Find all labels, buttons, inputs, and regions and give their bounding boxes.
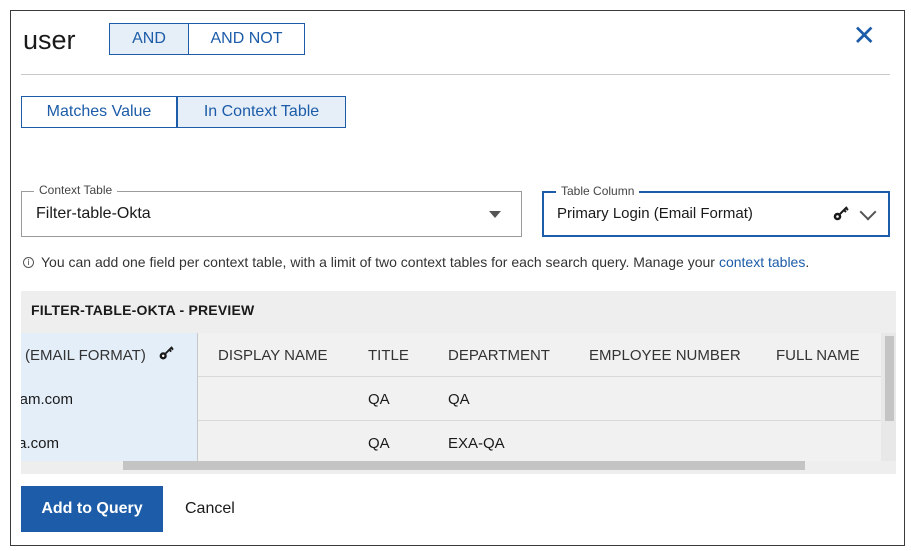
context-table-value: Filter-table-Okta	[36, 205, 151, 222]
vertical-scroll-thumb[interactable]	[885, 336, 894, 421]
and-not-button[interactable]: AND NOT	[189, 23, 305, 55]
table-column-select[interactable]: Table Column Primary Login (Email Format…	[542, 184, 890, 237]
key-icon	[158, 345, 175, 366]
header-cell[interactable]: EMPLOYEE NUMBER	[589, 333, 741, 377]
info-suffix: .	[805, 254, 810, 270]
table-cell: QA	[448, 390, 470, 408]
table-row: am.com QA QA	[21, 377, 881, 421]
add-to-query-button[interactable]: Add to Query	[21, 486, 163, 532]
filter-dialog: user AND AND NOT ✕ Matches Value In Cont…	[10, 10, 905, 546]
dialog-title: user	[23, 25, 76, 55]
tab-matches-value[interactable]: Matches Value	[21, 96, 177, 128]
key-icon	[832, 205, 850, 228]
info-text: You can add one field per context table,…	[41, 254, 715, 270]
header-cell[interactable]: TITLE	[368, 333, 409, 377]
info-message: i You can add one field per context tabl…	[23, 254, 809, 270]
context-table-select[interactable]: Context Table Filter-table-Okta	[21, 183, 522, 237]
table-preview: FILTER-TABLE-OKTA - PREVIEW (EMAIL FORMA…	[21, 291, 896, 474]
horizontal-scroll-thumb[interactable]	[123, 461, 805, 470]
info-icon: i	[23, 256, 34, 268]
header-cell[interactable]: DEPARTMENT	[448, 333, 550, 377]
table-cell: QA	[368, 390, 390, 408]
table-row: a.com QA EXA-QA	[21, 421, 881, 461]
table-cell: QA	[368, 434, 390, 452]
context-table-label: Context Table	[34, 183, 118, 197]
match-mode-toggle: Matches Value In Context Table	[21, 96, 346, 128]
table-header-row: (EMAIL FORMAT) DISPLAY NAME TITLE DEPART…	[21, 333, 881, 377]
table-column-label: Table Column	[556, 184, 640, 198]
table-column-value: Primary Login (Email Format)	[557, 205, 753, 222]
preview-grid: (EMAIL FORMAT) DISPLAY NAME TITLE DEPART…	[21, 333, 881, 461]
header-cell[interactable]: DISPLAY NAME	[218, 333, 327, 377]
header-cell[interactable]: FULL NAME	[776, 333, 860, 377]
close-icon[interactable]: ✕	[853, 19, 876, 52]
header-divider	[21, 74, 890, 75]
operator-toggle: AND AND NOT	[109, 23, 305, 55]
tab-in-context-table[interactable]: In Context Table	[177, 96, 346, 128]
pinned-cell: am.com	[21, 377, 198, 421]
pinned-cell: a.com	[21, 421, 198, 461]
preview-title: FILTER-TABLE-OKTA - PREVIEW	[31, 302, 255, 318]
context-tables-link[interactable]: context tables	[719, 254, 805, 270]
header-cell-pinned: (EMAIL FORMAT)	[21, 333, 198, 377]
table-cell: EXA-QA	[448, 434, 505, 452]
and-button[interactable]: AND	[109, 23, 189, 55]
chevron-down-icon	[859, 203, 877, 221]
caret-down-icon	[489, 211, 501, 218]
cancel-button[interactable]: Cancel	[185, 486, 235, 532]
